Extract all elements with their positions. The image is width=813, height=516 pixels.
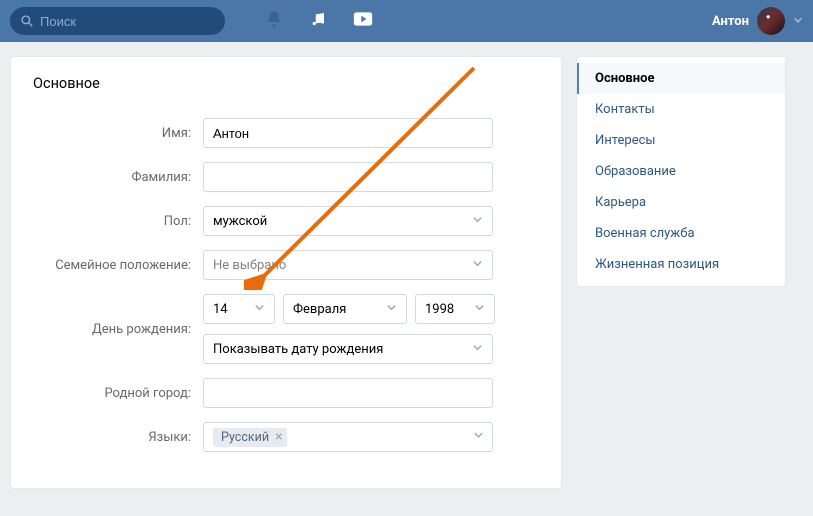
gender-value: мужской [213, 214, 267, 229]
page-title: Основное [33, 75, 539, 92]
chevron-down-icon [793, 14, 803, 29]
relationship-value: Не выбрано [213, 258, 286, 273]
gender-select[interactable]: мужской [203, 206, 493, 236]
surname-label: Фамилия: [33, 170, 203, 185]
birthday-year-select[interactable]: 1998 [415, 294, 495, 324]
bell-icon[interactable] [265, 10, 283, 32]
topbar: Антон [0, 0, 813, 42]
birthday-visibility-value: Показывать дату рождения [213, 342, 383, 357]
surname-input-wrap [203, 162, 493, 192]
name-label: Имя: [33, 126, 203, 141]
chevron-down-icon [472, 342, 483, 357]
chevron-down-icon [472, 214, 483, 229]
sidebar-item-education[interactable]: Образование [577, 156, 785, 187]
chevron-down-icon [473, 430, 484, 445]
language-tag: Русский × [213, 428, 287, 447]
sidebar-item-position[interactable]: Жизненная позиция [577, 249, 785, 280]
side-nav: Основное Контакты Интересы Образование К… [576, 56, 786, 287]
hometown-input[interactable] [213, 386, 483, 401]
relationship-select[interactable]: Не выбрано [203, 250, 493, 280]
sidebar-item-main[interactable]: Основное [577, 63, 785, 94]
name-input[interactable] [213, 126, 483, 141]
gender-label: Пол: [33, 214, 203, 229]
birthday-day: 14 [213, 302, 228, 317]
chevron-down-icon [386, 302, 397, 317]
birthday-year: 1998 [425, 302, 454, 317]
hometown-label: Родной город: [33, 386, 203, 401]
close-icon[interactable]: × [275, 430, 282, 444]
hometown-input-wrap [203, 378, 493, 408]
search-icon [20, 14, 34, 28]
user-menu[interactable]: Антон [712, 7, 803, 35]
search-input[interactable] [40, 14, 215, 29]
chevron-down-icon [254, 302, 265, 317]
main-panel: Основное Имя: Фамилия: Пол: мужской [10, 56, 562, 489]
top-icons [265, 10, 373, 32]
video-icon[interactable] [353, 10, 373, 32]
birthday-label: День рождения: [33, 322, 203, 337]
languages-label: Языки: [33, 430, 203, 445]
search-box[interactable] [10, 7, 225, 35]
sidebar-item-contacts[interactable]: Контакты [577, 94, 785, 125]
name-input-wrap [203, 118, 493, 148]
birthday-month-select[interactable]: Февраля [283, 294, 407, 324]
birthday-day-select[interactable]: 14 [203, 294, 275, 324]
username: Антон [712, 14, 749, 29]
sidebar-item-career[interactable]: Карьера [577, 187, 785, 218]
birthday-visibility-select[interactable]: Показывать дату рождения [203, 334, 493, 364]
chevron-down-icon [472, 258, 483, 273]
relationship-label: Семейное положение: [33, 258, 203, 273]
avatar [757, 7, 785, 35]
music-icon[interactable] [309, 10, 327, 32]
sidebar-item-military[interactable]: Военная служба [577, 218, 785, 249]
language-tag-label: Русский [221, 430, 269, 445]
chevron-down-icon [474, 302, 485, 317]
sidebar-item-interests[interactable]: Интересы [577, 125, 785, 156]
birthday-month: Февраля [293, 302, 346, 317]
languages-select[interactable]: Русский × [203, 422, 493, 452]
surname-input[interactable] [213, 170, 483, 185]
